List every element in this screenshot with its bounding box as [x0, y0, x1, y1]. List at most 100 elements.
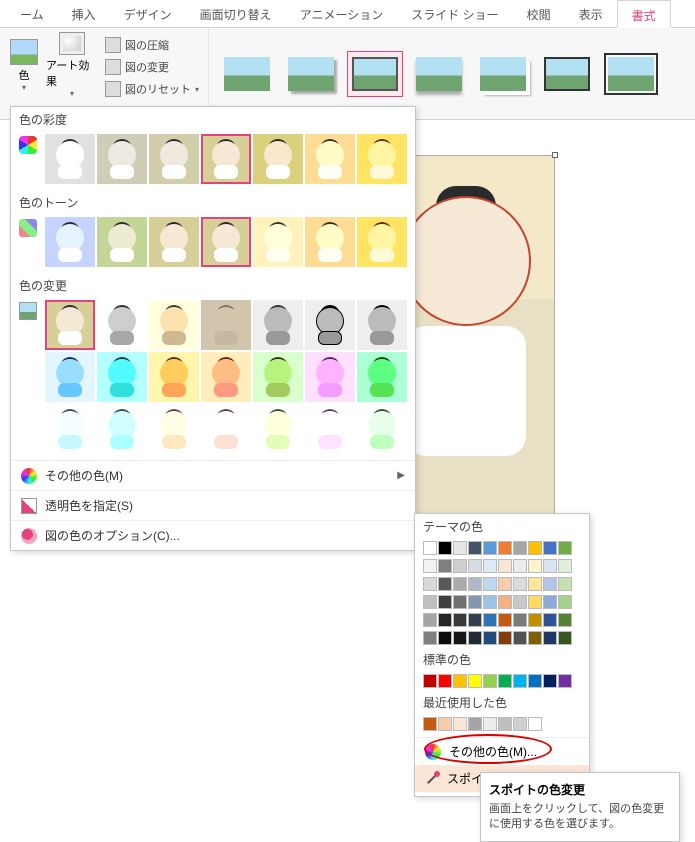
recolor-option[interactable]: [305, 300, 355, 350]
color-swatch[interactable]: [453, 541, 467, 555]
color-swatch[interactable]: [513, 595, 527, 609]
color-swatch[interactable]: [558, 674, 572, 688]
recolor-option[interactable]: [45, 352, 95, 402]
style-thumb[interactable]: [283, 51, 339, 97]
color-swatch[interactable]: [423, 541, 437, 555]
tab-format[interactable]: 書式: [617, 0, 671, 28]
color-button[interactable]: 色 ▾: [6, 32, 42, 98]
color-swatch[interactable]: [528, 674, 542, 688]
color-swatch[interactable]: [423, 717, 437, 731]
recolor-option[interactable]: [97, 404, 147, 454]
tab-view[interactable]: 表示: [565, 0, 617, 27]
color-swatch[interactable]: [513, 613, 527, 627]
saturation-option[interactable]: [357, 134, 407, 184]
color-swatch[interactable]: [483, 541, 497, 555]
tone-option[interactable]: [97, 217, 147, 267]
color-swatch[interactable]: [498, 577, 512, 591]
color-swatch[interactable]: [438, 674, 452, 688]
artistic-effects-button[interactable]: アート効果 ▾: [46, 32, 98, 98]
recolor-option[interactable]: [357, 300, 407, 350]
change-picture-button[interactable]: 図の変更: [102, 58, 202, 76]
more-colors-menu[interactable]: その他の色(M) ▶: [11, 460, 415, 490]
color-swatch[interactable]: [513, 577, 527, 591]
recolor-option[interactable]: [45, 300, 95, 350]
color-swatch[interactable]: [498, 631, 512, 645]
color-swatch[interactable]: [453, 631, 467, 645]
recolor-option[interactable]: [357, 404, 407, 454]
resize-handle[interactable]: [552, 152, 558, 158]
tone-option[interactable]: [357, 217, 407, 267]
color-swatch[interactable]: [513, 674, 527, 688]
tab-slideshow[interactable]: スライド ショー: [397, 0, 512, 27]
recolor-option[interactable]: [45, 404, 95, 454]
recolor-option[interactable]: [305, 352, 355, 402]
color-swatch[interactable]: [468, 595, 482, 609]
style-thumb[interactable]: [347, 51, 403, 97]
color-swatch[interactable]: [453, 717, 467, 731]
color-swatch[interactable]: [423, 674, 437, 688]
color-swatch[interactable]: [498, 613, 512, 627]
tone-option[interactable]: [253, 217, 303, 267]
recolor-option[interactable]: [149, 352, 199, 402]
color-swatch[interactable]: [438, 717, 452, 731]
color-swatch[interactable]: [453, 577, 467, 591]
color-swatch[interactable]: [543, 541, 557, 555]
color-swatch[interactable]: [438, 613, 452, 627]
color-swatch[interactable]: [558, 559, 572, 573]
recolor-option[interactable]: [253, 300, 303, 350]
color-swatch[interactable]: [453, 595, 467, 609]
color-swatch[interactable]: [498, 541, 512, 555]
recolor-option[interactable]: [149, 404, 199, 454]
recolor-option[interactable]: [201, 352, 251, 402]
color-swatch[interactable]: [558, 631, 572, 645]
color-swatch[interactable]: [438, 541, 452, 555]
tab-review[interactable]: 校閲: [513, 0, 565, 27]
color-swatch[interactable]: [543, 559, 557, 573]
color-swatch[interactable]: [483, 631, 497, 645]
color-swatch[interactable]: [423, 577, 437, 591]
saturation-option[interactable]: [201, 134, 251, 184]
color-swatch[interactable]: [558, 613, 572, 627]
more-colors-submenu[interactable]: その他の色(M)...: [415, 737, 589, 765]
color-swatch[interactable]: [453, 559, 467, 573]
color-swatch[interactable]: [423, 559, 437, 573]
recolor-option[interactable]: [357, 352, 407, 402]
color-swatch[interactable]: [528, 631, 542, 645]
color-swatch[interactable]: [483, 559, 497, 573]
color-swatch[interactable]: [483, 717, 497, 731]
color-swatch[interactable]: [453, 674, 467, 688]
color-swatch[interactable]: [468, 631, 482, 645]
tone-option[interactable]: [149, 217, 199, 267]
color-swatch[interactable]: [543, 631, 557, 645]
tab-design[interactable]: デザイン: [110, 0, 186, 27]
tab-home[interactable]: ーム: [6, 0, 58, 27]
recolor-option[interactable]: [253, 352, 303, 402]
saturation-option[interactable]: [253, 134, 303, 184]
recolor-option[interactable]: [253, 404, 303, 454]
color-swatch[interactable]: [498, 674, 512, 688]
color-swatch[interactable]: [528, 717, 542, 731]
color-swatch[interactable]: [468, 559, 482, 573]
color-swatch[interactable]: [543, 577, 557, 591]
style-thumb[interactable]: [603, 51, 659, 97]
color-swatch[interactable]: [423, 613, 437, 627]
color-swatch[interactable]: [483, 613, 497, 627]
color-swatch[interactable]: [498, 559, 512, 573]
color-swatch[interactable]: [438, 595, 452, 609]
color-swatch[interactable]: [438, 559, 452, 573]
tab-transitions[interactable]: 画面切り替え: [186, 0, 286, 27]
color-swatch[interactable]: [468, 717, 482, 731]
style-thumb[interactable]: [411, 51, 467, 97]
color-swatch[interactable]: [513, 541, 527, 555]
saturation-option[interactable]: [149, 134, 199, 184]
color-swatch[interactable]: [468, 613, 482, 627]
color-swatch[interactable]: [513, 717, 527, 731]
recolor-option[interactable]: [201, 404, 251, 454]
recolor-option[interactable]: [97, 352, 147, 402]
color-swatch[interactable]: [438, 577, 452, 591]
set-transparent-menu[interactable]: 透明色を指定(S): [11, 490, 415, 520]
compress-pictures-button[interactable]: 図の圧縮: [102, 36, 202, 54]
tone-option[interactable]: [201, 217, 251, 267]
color-swatch[interactable]: [528, 541, 542, 555]
color-swatch[interactable]: [498, 717, 512, 731]
